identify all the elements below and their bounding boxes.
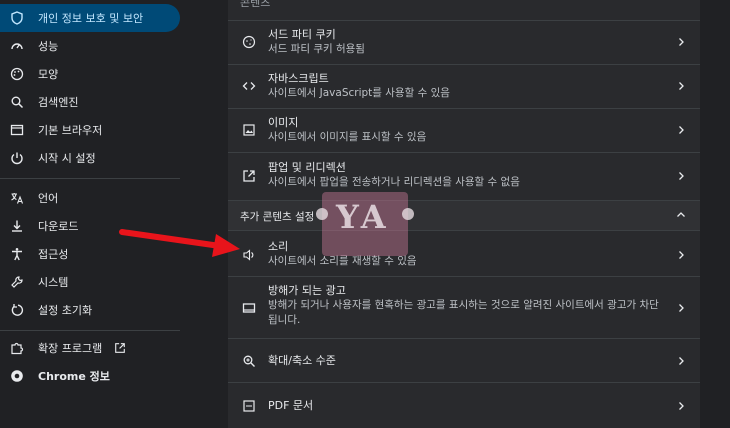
sidebar-item-label: 다운로드 [38, 220, 79, 233]
setting-title: PDF 문서 [268, 399, 314, 412]
puzzle-icon [10, 341, 24, 355]
sidebar-item-system[interactable]: 시스템 [0, 268, 180, 296]
speaker-icon [242, 248, 256, 262]
pdf-icon [242, 399, 256, 413]
palette-icon [10, 67, 24, 81]
translate-icon [10, 191, 24, 205]
chevron-right-icon [676, 125, 686, 135]
sidebar-item-label: 확장 프로그램 [38, 342, 103, 355]
sidebar-item-appearance[interactable]: 모양 [0, 60, 180, 88]
sidebar-divider [0, 178, 180, 179]
setting-description: 사이트에서 JavaScript를 사용할 수 있음 [268, 87, 450, 99]
chrome-icon [10, 369, 24, 383]
sidebar-item-label: 기본 브라우저 [38, 124, 103, 137]
search-icon [10, 95, 24, 109]
sidebar-item-label: 접근성 [38, 248, 69, 261]
setting-row-popups-redirects[interactable]: 팝업 및 리디렉션 사이트에서 팝업을 전송하거나 리디렉션을 사용할 수 없음 [228, 152, 700, 198]
sidebar-divider [0, 330, 180, 331]
sidebar-item-extensions[interactable]: 확장 프로그램 [0, 334, 180, 362]
section-heading-additional: 추가 콘텐츠 설정 [240, 211, 315, 223]
reset-icon [10, 303, 24, 317]
chevron-right-icon [676, 303, 686, 313]
speedometer-icon [10, 39, 24, 53]
sidebar-item-performance[interactable]: 성능 [0, 32, 180, 60]
sidebar-item-label: 설정 초기화 [38, 304, 93, 317]
sidebar-item-languages[interactable]: 언어 [0, 184, 180, 212]
download-icon [10, 219, 24, 233]
setting-row-pdf-documents[interactable]: PDF 문서 [228, 382, 700, 428]
chevron-right-icon [676, 356, 686, 366]
watermark-logo: YA [316, 192, 414, 256]
setting-description: 사이트에서 팝업을 전송하거나 리디렉션을 사용할 수 없음 [268, 176, 520, 188]
section-heading-content: 콘텐츠 [240, 0, 271, 9]
setting-description: 방해가 되거나 사용자를 현혹하는 광고를 표시하는 것으로 알려진 사이트에서… [268, 299, 659, 326]
sidebar-item-label: 성능 [38, 40, 59, 53]
shield-icon [10, 11, 24, 25]
sidebar-item-privacy-security[interactable]: 개인 정보 보호 및 보안 [0, 4, 180, 32]
setting-title: 확대/축소 수준 [268, 354, 336, 367]
setting-row-zoom-levels[interactable]: 확대/축소 수준 [228, 338, 700, 382]
chevron-right-icon [676, 171, 686, 181]
setting-description: 서드 파티 쿠키 허용됨 [268, 43, 365, 55]
setting-row-images[interactable]: 이미지 사이트에서 이미지를 표시할 수 있음 [228, 108, 700, 152]
sidebar-item-label: 모양 [38, 68, 59, 81]
code-icon [242, 79, 256, 93]
wrench-icon [10, 275, 24, 289]
cookie-icon [242, 35, 256, 49]
setting-title: 방해가 되는 광고 [268, 284, 346, 297]
sidebar-item-default-browser[interactable]: 기본 브라우저 [0, 116, 180, 144]
sidebar-item-search-engine[interactable]: 검색엔진 [0, 88, 180, 116]
sidebar-item-on-startup[interactable]: 시작 시 설정 [0, 144, 180, 172]
sidebar-item-reset-settings[interactable]: 설정 초기화 [0, 296, 180, 324]
ad-window-icon [242, 301, 256, 315]
setting-title: 팝업 및 리디렉션 [268, 161, 346, 174]
external-link-icon [114, 342, 126, 354]
setting-description: 사이트에서 소리를 재생할 수 있음 [268, 255, 417, 267]
setting-title: 서드 파티 쿠키 [268, 28, 336, 41]
setting-row-intrusive-ads[interactable]: 방해가 되는 광고 방해가 되거나 사용자를 현혹하는 광고를 표시하는 것으로… [228, 276, 700, 338]
chevron-right-icon [676, 250, 686, 260]
sidebar-item-label: 시작 시 설정 [38, 152, 96, 165]
sidebar-item-label: 시스템 [38, 276, 69, 289]
zoom-icon [242, 354, 256, 368]
watermark-dot [316, 208, 328, 220]
sidebar-item-about-chrome[interactable]: Chrome 정보 [0, 362, 180, 390]
setting-row-third-party-cookies[interactable]: 서드 파티 쿠키 서드 파티 쿠키 허용됨 [228, 20, 700, 64]
sidebar-item-label: 언어 [38, 192, 59, 205]
power-icon [10, 151, 24, 165]
setting-title: 이미지 [268, 116, 299, 129]
chevron-right-icon [676, 401, 686, 411]
setting-description: 사이트에서 이미지를 표시할 수 있음 [268, 131, 427, 143]
content-settings-panel: 콘텐츠 서드 파티 쿠키 서드 파티 쿠키 허용됨 자바스크립트 사이트에서 J… [228, 0, 700, 428]
image-icon [242, 123, 256, 137]
watermark-dot [402, 208, 414, 220]
chevron-right-icon [676, 81, 686, 91]
settings-sidebar: 개인 정보 보호 및 보안 성능 모양 검색엔진 기본 브라우저 시작 시 설정 [0, 0, 190, 428]
chevron-right-icon [676, 37, 686, 47]
setting-row-javascript[interactable]: 자바스크립트 사이트에서 JavaScript를 사용할 수 있음 [228, 64, 700, 108]
sidebar-item-label: 개인 정보 보호 및 보안 [38, 12, 144, 25]
red-arrow-annotation [119, 229, 240, 257]
sidebar-item-label: 검색엔진 [38, 96, 79, 109]
accessibility-icon [10, 247, 24, 261]
browser-window-icon [10, 123, 24, 137]
sidebar-item-label: Chrome 정보 [38, 370, 110, 383]
chevron-up-icon[interactable] [676, 210, 686, 220]
setting-row-sound[interactable]: 소리 사이트에서 소리를 재생할 수 있음 [228, 230, 700, 276]
external-link-icon [242, 169, 256, 183]
additional-content-settings-header[interactable]: 추가 콘텐츠 설정 [228, 200, 700, 230]
setting-title: 자바스크립트 [268, 72, 329, 85]
watermark-text: YA [336, 198, 390, 236]
